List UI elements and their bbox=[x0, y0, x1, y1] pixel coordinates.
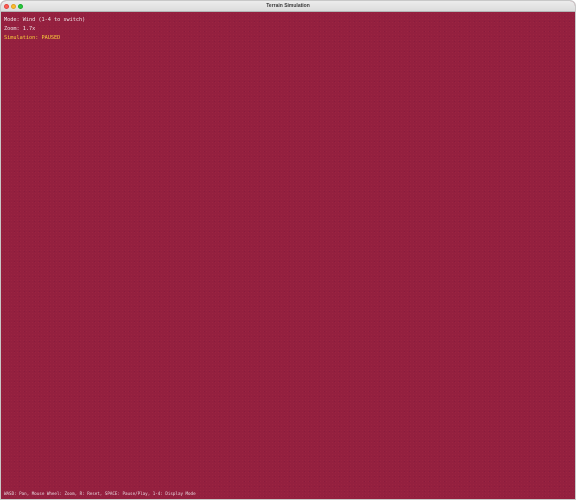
app-window: Terrain Simulation Mode: Wind (1-4 to sw… bbox=[0, 0, 576, 500]
title-bar[interactable]: Terrain Simulation bbox=[1, 1, 575, 12]
simulation-status-label: Simulation: PAUSED bbox=[4, 35, 61, 41]
controls-help-text: WASD: Pan, Mouse Wheel: Zoom, R: Reset, … bbox=[4, 491, 196, 496]
display-mode-label: Mode: Wind (1-4 to switch) bbox=[4, 17, 86, 23]
window-title: Terrain Simulation bbox=[266, 3, 310, 9]
zoom-level-label: Zoom: 1.7x bbox=[4, 26, 36, 32]
terrain-viewport[interactable]: Mode: Wind (1-4 to switch) Zoom: 1.7x Si… bbox=[1, 12, 575, 499]
